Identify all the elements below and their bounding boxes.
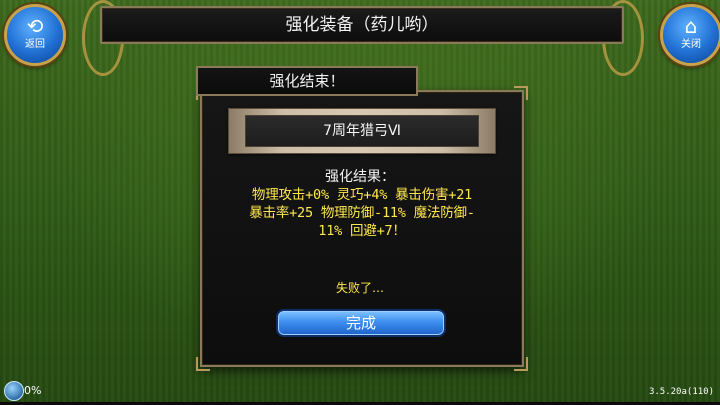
version-label: 3.5.20a(110) (648, 387, 714, 397)
back-arrow-icon: ⟲ (26, 14, 44, 38)
result-stats: 物理攻击+0% 灵巧+4% 暴击伤害+21 暴击率+25 物理防御-11% 魔法… (214, 186, 510, 240)
result-line: 物理攻击+0% 灵巧+4% 暴击伤害+21 (251, 187, 473, 203)
close-button[interactable]: ⌂ 关闭 (660, 4, 720, 66)
frame-corner (514, 86, 528, 100)
frame-corner (196, 357, 210, 371)
back-button[interactable]: ⟲ 返回 (4, 4, 66, 66)
fail-message: 失败了… (335, 281, 384, 295)
home-icon: ⌂ (684, 14, 698, 38)
frame-corner (514, 357, 528, 371)
back-button-label: 返回 (25, 39, 45, 50)
item-name: 7周年猎弓Ⅵ (245, 115, 479, 147)
dialog-title: 强化结束！ (196, 66, 418, 96)
result-line: 暴击率+25 物理防御-11% 魔法防御- (249, 205, 475, 221)
item-name-plate: 7周年猎弓Ⅵ (228, 108, 496, 154)
done-button[interactable]: 完成 (276, 309, 446, 337)
result-line: 11% 回避+7！ (318, 223, 406, 239)
close-button-label: 关闭 (681, 39, 701, 50)
page-title: 强化装备（药儿哟） (100, 6, 624, 44)
result-label: 强化结果： (325, 169, 395, 185)
progress-percent: 0% (24, 384, 42, 397)
loading-status-icon (4, 381, 24, 401)
